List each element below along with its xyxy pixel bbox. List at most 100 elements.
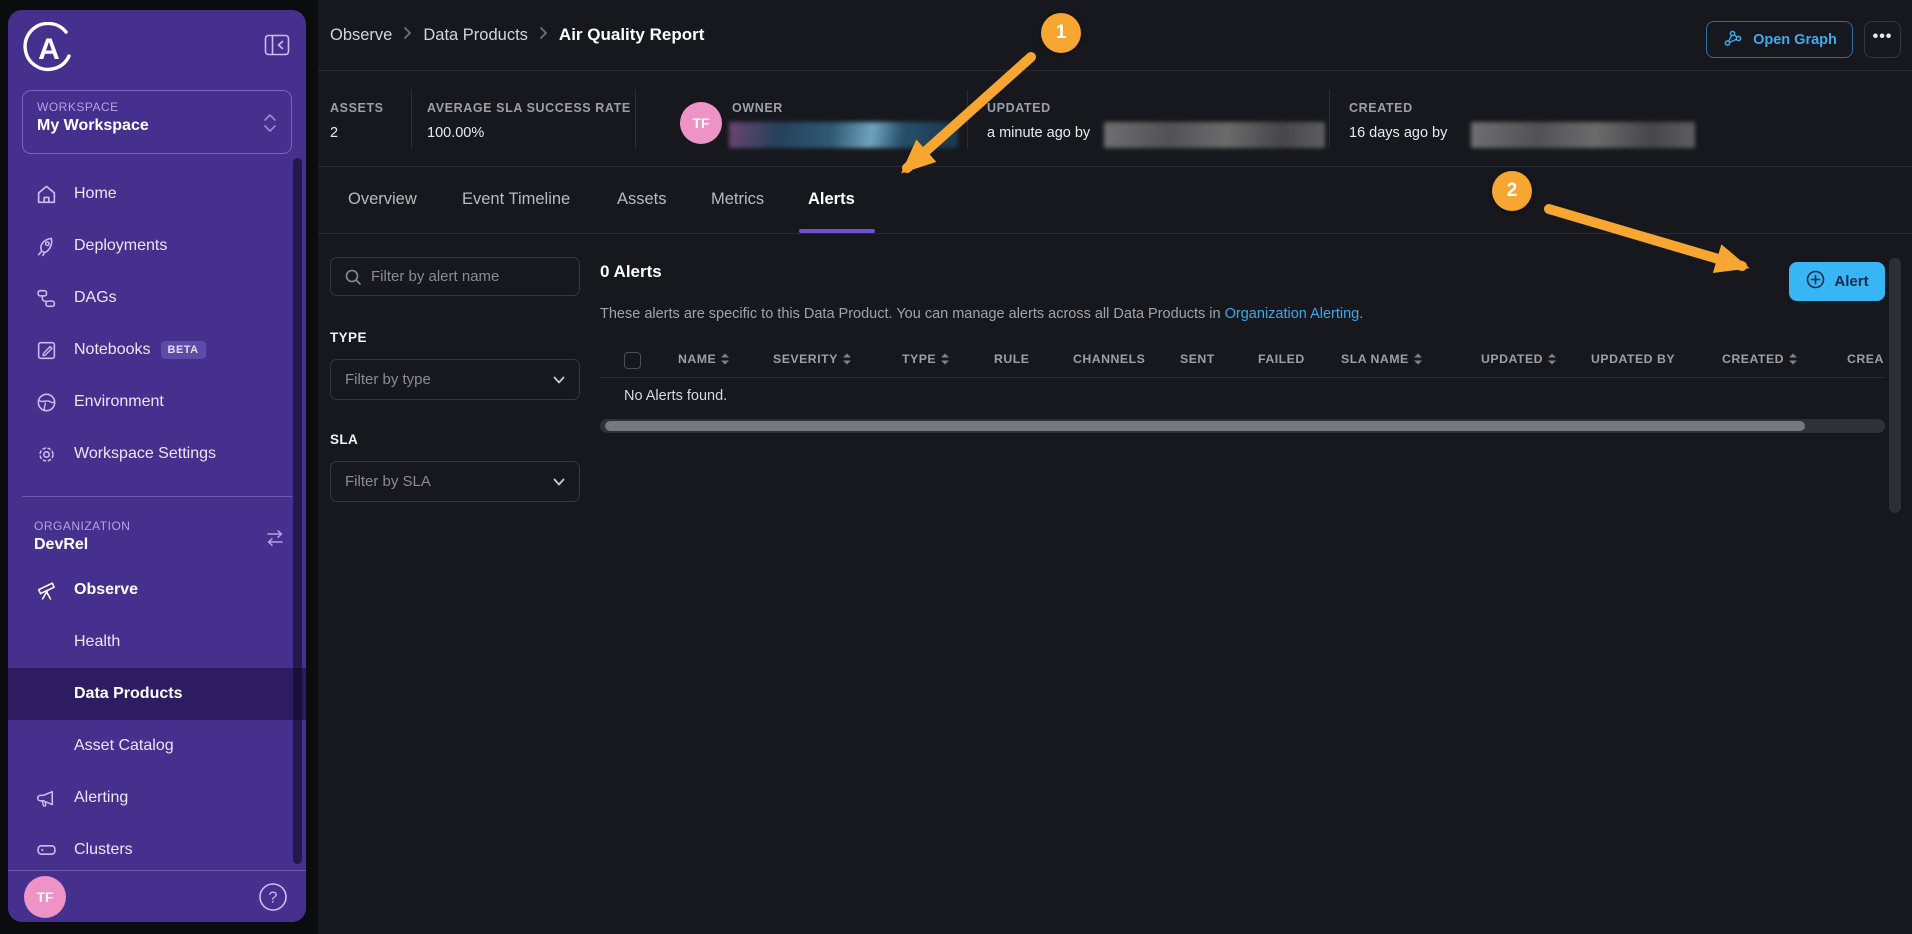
owner-name-redacted	[729, 122, 958, 148]
sidebar-divider	[22, 496, 292, 497]
stats-bar: ASSETS 2 AVERAGE SLA SUCCESS RATE 100.00…	[318, 70, 1912, 166]
type-filter-select[interactable]: Filter by type	[330, 359, 580, 400]
workspace-label: WORKSPACE	[37, 100, 277, 114]
col-created-by: CREA	[1847, 352, 1884, 366]
sidebar-item-dags[interactable]: DAGs	[8, 272, 306, 324]
col-updated[interactable]: UPDATED	[1481, 352, 1556, 366]
sidebar-item-asset-catalog[interactable]: Asset Catalog	[8, 720, 306, 772]
created-value: 16 days ago by	[1349, 125, 1447, 141]
workspace-selector[interactable]: WORKSPACE My Workspace	[22, 90, 292, 154]
col-rule: RULE	[994, 352, 1029, 366]
beta-badge: BETA	[161, 341, 206, 359]
sidebar-item-home[interactable]: Home	[8, 168, 306, 220]
sidebar-rail: A WORKSPACE My Workspace	[0, 0, 318, 934]
main-content: Observe Data Products Air Quality Report…	[318, 0, 1912, 934]
sla-filter-placeholder: Filter by SLA	[345, 473, 431, 490]
col-sla-name[interactable]: SLA NAME	[1341, 352, 1422, 366]
sidebar-scrollbar[interactable]	[293, 158, 302, 864]
sidebar-item-alerting[interactable]: Alerting	[8, 772, 306, 824]
sidebar-item-notebooks[interactable]: Notebooks BETA	[8, 324, 306, 376]
horizontal-scrollbar[interactable]	[600, 419, 1885, 433]
sidebar-item-workspace-settings[interactable]: Workspace Settings	[8, 428, 306, 480]
app-window: A WORKSPACE My Workspace	[0, 0, 1912, 934]
sidebar-item-label: Health	[74, 633, 120, 651]
sidebar-item-label: Notebooks BETA	[74, 341, 206, 359]
updated-by-redacted	[1104, 122, 1325, 148]
svg-text:A: A	[38, 33, 60, 66]
sidebar-item-label: DAGs	[74, 289, 117, 307]
empty-state-message: No Alerts found.	[624, 388, 727, 404]
workspace-chevron-icon	[261, 111, 279, 140]
notebook-icon	[34, 338, 58, 362]
horizontal-scrollbar-thumb[interactable]	[605, 421, 1805, 431]
select-all-checkbox[interactable]	[624, 352, 641, 369]
tab-overview[interactable]: Overview	[348, 166, 417, 233]
organization-name: DevRel	[34, 536, 292, 554]
type-filter-label: TYPE	[330, 330, 580, 345]
gear-icon	[34, 442, 58, 466]
page-title: Air Quality Report	[559, 25, 704, 45]
sidebar-item-observe[interactable]: Observe	[8, 564, 306, 616]
sidebar-collapse-icon[interactable]	[264, 34, 290, 56]
annotation-badge-1: 1	[1041, 13, 1081, 53]
annotation-badge-2: 2	[1492, 171, 1532, 211]
workspace-name: My Workspace	[37, 117, 277, 135]
sidebar-item-label: Observe	[74, 581, 138, 599]
col-name[interactable]: NAME	[678, 352, 729, 366]
open-graph-button[interactable]: Open Graph	[1706, 21, 1853, 58]
svg-text:?: ?	[269, 890, 278, 907]
more-options-button[interactable]: •••	[1864, 21, 1901, 58]
sidebar-item-environment[interactable]: Environment	[8, 376, 306, 428]
col-severity[interactable]: SEVERITY	[773, 352, 851, 366]
col-channels: CHANNELS	[1073, 352, 1145, 366]
sidebar-item-label: Clusters	[74, 841, 133, 859]
sidebar-item-health[interactable]: Health	[8, 616, 306, 668]
sla-rate-label: AVERAGE SLA SUCCESS RATE	[427, 101, 631, 115]
assets-value: 2	[330, 125, 338, 141]
tab-assets[interactable]: Assets	[617, 166, 667, 233]
astronomer-logo-icon: A	[22, 22, 76, 76]
sidebar-item-label: Alerting	[74, 789, 128, 807]
search-icon	[343, 267, 363, 292]
vertical-scrollbar[interactable]	[1889, 258, 1901, 513]
sla-filter-select[interactable]: Filter by SLA	[330, 461, 580, 502]
owner-avatar: TF	[680, 102, 722, 144]
chevron-down-icon	[551, 372, 567, 392]
col-type[interactable]: TYPE	[902, 352, 949, 366]
tab-event-timeline[interactable]: Event Timeline	[462, 166, 570, 233]
sidebar-item-clusters[interactable]: Clusters	[8, 824, 306, 872]
megaphone-icon	[34, 786, 58, 810]
divider	[635, 90, 636, 148]
updated-label: UPDATED	[987, 101, 1051, 115]
alerts-description: These alerts are specific to this Data P…	[600, 306, 1363, 322]
organization-alerting-link[interactable]: Organization Alerting	[1225, 306, 1360, 322]
breadcrumb-observe[interactable]: Observe	[330, 26, 392, 45]
sidebar-item-deployments[interactable]: Deployments	[8, 220, 306, 272]
switch-organization-icon[interactable]	[264, 529, 286, 552]
tab-alerts[interactable]: Alerts	[808, 166, 855, 233]
alerts-section: 0 Alerts These alerts are specific to th…	[600, 234, 1885, 554]
sla-rate-value: 100.00%	[427, 125, 484, 141]
add-alert-button[interactable]: Alert	[1789, 262, 1885, 301]
chevron-right-icon	[539, 26, 548, 45]
assets-label: ASSETS	[330, 101, 384, 115]
sidebar-item-data-products[interactable]: Data Products	[8, 668, 306, 720]
created-label: CREATED	[1349, 101, 1413, 115]
user-avatar[interactable]: TF	[24, 876, 66, 918]
alert-search-input[interactable]	[371, 258, 571, 295]
sidebar-nav: Home Deployments DAGs	[8, 168, 306, 872]
sidebar-footer: TF ?	[8, 870, 306, 922]
server-icon	[34, 838, 58, 862]
alert-search-box	[330, 257, 580, 296]
organization-label: ORGANIZATION	[34, 519, 292, 533]
col-created[interactable]: CREATED	[1722, 352, 1797, 366]
sidebar-item-label: Deployments	[74, 237, 167, 255]
help-icon[interactable]: ?	[256, 880, 290, 914]
sidebar: A WORKSPACE My Workspace	[8, 10, 306, 922]
sidebar-header: A	[8, 10, 306, 76]
divider	[411, 90, 412, 148]
sidebar-item-label: Data Products	[74, 685, 182, 703]
tab-metrics[interactable]: Metrics	[711, 166, 764, 233]
alerts-table-header: NAME SEVERITY TYPE RULE CHANNELS SENT FA…	[600, 344, 1885, 378]
breadcrumb-data-products[interactable]: Data Products	[423, 26, 528, 45]
